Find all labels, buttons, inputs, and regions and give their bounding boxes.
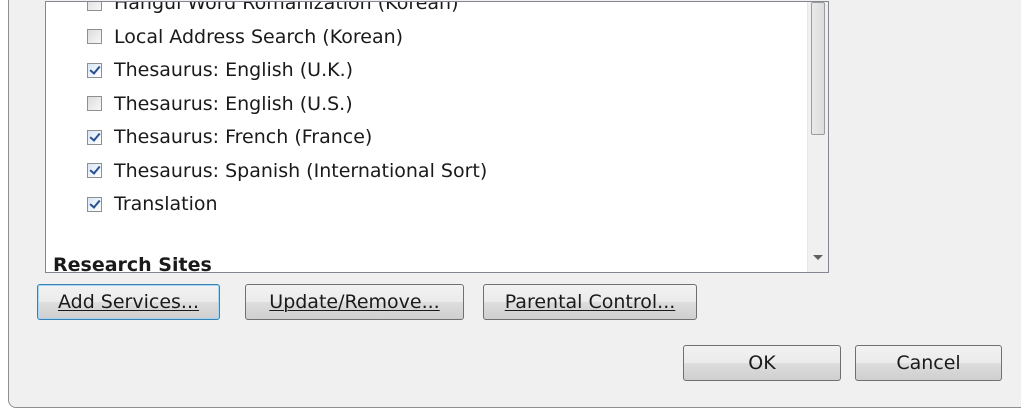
update-remove-label: Update/Remove... bbox=[269, 291, 440, 313]
add-services-button[interactable]: Add Services... bbox=[37, 284, 220, 320]
checkbox-checked[interactable] bbox=[87, 129, 102, 145]
service-label: Thesaurus: French (France) bbox=[114, 126, 373, 148]
service-row[interactable]: Local Address Search (Korean) bbox=[87, 22, 403, 52]
scroll-down-arrow-icon[interactable] bbox=[813, 255, 823, 260]
ok-label: OK bbox=[748, 352, 776, 374]
service-label: Thesaurus: English (U.K.) bbox=[114, 59, 354, 81]
checkbox-unchecked[interactable] bbox=[87, 29, 102, 44]
ok-button[interactable]: OK bbox=[683, 345, 841, 381]
service-row[interactable]: Thesaurus: French (France) bbox=[87, 122, 372, 152]
cancel-label: Cancel bbox=[896, 352, 961, 374]
group-header-research-sites: Research Sites bbox=[53, 254, 212, 273]
parental-control-label: Parental Control... bbox=[504, 291, 676, 313]
service-label: Thesaurus: Spanish (International Sort) bbox=[114, 159, 488, 182]
checkbox-checked[interactable] bbox=[87, 196, 102, 212]
checkbox-unchecked[interactable] bbox=[87, 2, 102, 11]
service-label: Thesaurus: English (U.S.) bbox=[114, 92, 353, 115]
vertical-scrollbar[interactable] bbox=[807, 2, 828, 272]
checkbox-checked[interactable] bbox=[87, 62, 102, 78]
service-label: Translation bbox=[114, 193, 218, 215]
service-label: Local Address Search (Korean) bbox=[114, 25, 404, 48]
cancel-button[interactable]: Cancel bbox=[855, 345, 1002, 381]
service-row[interactable]: Thesaurus: Spanish (International Sort) bbox=[87, 156, 487, 186]
service-row[interactable]: Thesaurus: English (U.S.) bbox=[87, 89, 353, 119]
service-label: Hangul Word Romanization (Korean) bbox=[114, 1, 459, 14]
checkbox-unchecked[interactable] bbox=[87, 96, 102, 111]
parental-control-button[interactable]: Parental Control... bbox=[483, 284, 697, 320]
scrollbar-thumb[interactable] bbox=[811, 2, 825, 135]
services-listbox[interactable]: Research Sites Hangul Word Romanization … bbox=[45, 1, 829, 273]
service-row[interactable]: Thesaurus: English (U.K.) bbox=[87, 55, 353, 85]
service-row[interactable]: Hangul Word Romanization (Korean) bbox=[87, 1, 459, 18]
research-options-dialog: Research Sites Hangul Word Romanization … bbox=[8, 0, 1021, 408]
checkbox-checked[interactable] bbox=[87, 163, 102, 178]
update-remove-button[interactable]: Update/Remove... bbox=[245, 284, 464, 320]
service-row[interactable]: Translation bbox=[87, 189, 218, 219]
add-services-label: Add Services... bbox=[57, 291, 200, 313]
